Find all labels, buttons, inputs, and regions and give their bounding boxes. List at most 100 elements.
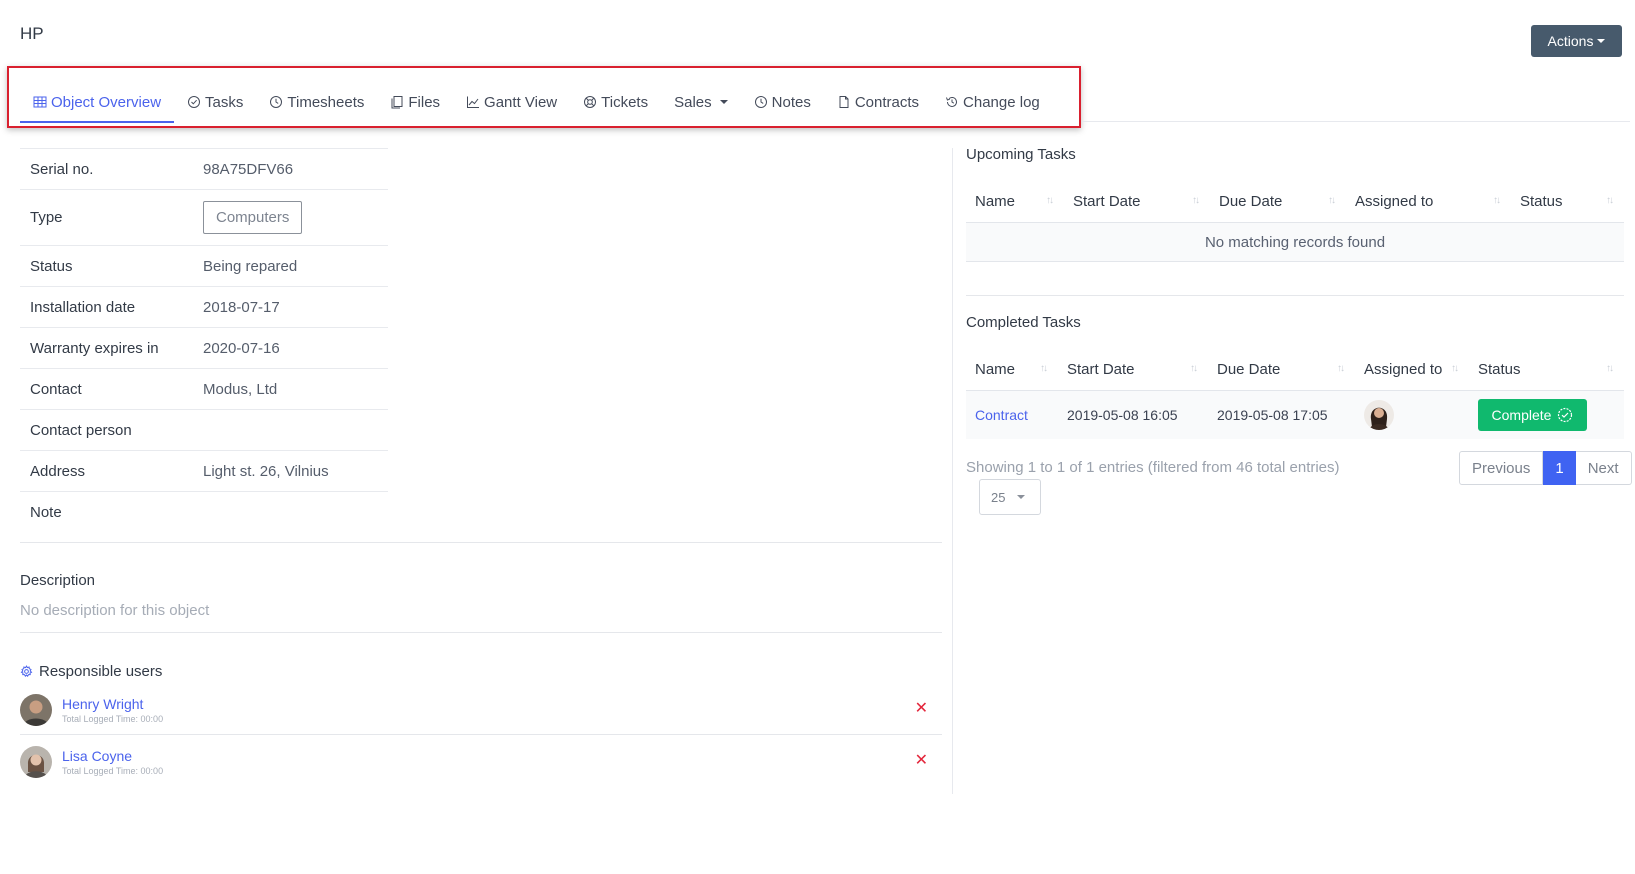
responsible-users-title: Responsible users [20, 663, 162, 680]
task-start-date: 2019-05-08 16:05 [1067, 407, 1178, 423]
description-title: Description [20, 572, 96, 589]
column-header-name[interactable]: Name ↑↓ [966, 349, 1058, 391]
object-info-table: Serial no. 98A75DFV66 Type Computers Sta… [20, 148, 388, 532]
info-key: Type [30, 209, 63, 226]
upcoming-tasks-title: Upcoming Tasks [966, 146, 1076, 163]
user-name-link[interactable]: Lisa Coyne [62, 748, 163, 764]
completed-tasks-title: Completed Tasks [966, 314, 1081, 331]
remove-user-icon[interactable]: ✕ [915, 750, 928, 770]
next-page-button[interactable]: Next [1575, 451, 1632, 485]
caret-down-icon [1597, 39, 1606, 43]
divider [20, 734, 942, 735]
chart-icon [467, 96, 480, 108]
divider [966, 295, 1624, 296]
page-size-value: 25 [991, 489, 1006, 505]
user-logged-time: Total Logged Time: 00:00 [62, 766, 164, 776]
tab-label: Contracts [854, 93, 920, 111]
user-logged-time: Total Logged Time: 00:00 [62, 714, 164, 724]
files-icon [391, 96, 403, 109]
responsible-user-row: Lisa Coyne Total Logged Time: 00:00 ✕ [20, 740, 942, 784]
responsible-users-label: Responsible users [39, 663, 163, 680]
tab-change-log[interactable]: Change log [932, 82, 1053, 122]
info-key: Note [30, 503, 62, 521]
sort-icon: ↑↓ [1337, 362, 1345, 374]
page-title: HP [20, 24, 44, 43]
tab-gantt-view[interactable]: Gantt View [453, 82, 570, 122]
column-header-assigned-to[interactable]: Assigned to ↑↓ [1346, 181, 1511, 223]
column-header-start-date[interactable]: Start Date ↑↓ [1064, 181, 1210, 223]
page-1-button[interactable]: 1 [1543, 451, 1576, 485]
type-badge: Computers [203, 201, 303, 234]
column-header-due-date[interactable]: Due Date ↑↓ [1208, 349, 1355, 391]
history-icon [946, 96, 958, 107]
responsible-user-row: Henry Wright Total Logged Time: 00:00 ✕ [20, 688, 942, 732]
contact-link[interactable]: Modus, Ltd [203, 381, 277, 398]
tab-object-overview[interactable]: Object Overview [20, 82, 175, 123]
tab-label: Object Overview [51, 93, 162, 111]
task-assignee [1355, 400, 1469, 430]
info-value: Being repared [203, 257, 298, 275]
task-name-link[interactable]: Contract [966, 407, 1058, 423]
info-key: Serial no. [30, 160, 94, 178]
tab-sales-dropdown[interactable]: Sales [661, 82, 741, 122]
clock-icon [270, 96, 283, 108]
divider [20, 542, 942, 543]
sort-icon: ↑↓ [1328, 194, 1336, 206]
sort-icon: ↑↓ [1606, 194, 1614, 206]
tab-tickets[interactable]: Tickets [570, 82, 661, 122]
tab-bar: Object Overview Tasks Timesheets Files G… [20, 82, 1053, 123]
info-key: Status [30, 257, 73, 275]
info-row-type: Type Computers [20, 189, 388, 245]
tab-tasks[interactable]: Tasks [174, 82, 256, 122]
tab-label: Tickets [601, 93, 649, 111]
table-header: Name ↑↓ Start Date ↑↓ Due Date ↑↓ Assigned … [966, 349, 1624, 391]
previous-page-button[interactable]: Previous [1459, 451, 1544, 485]
status-label: Complete [1491, 407, 1552, 423]
completed-tasks-table: Name ↑↓ Start Date ↑↓ Due Date ↑↓ Assigned … [966, 349, 1624, 439]
info-row-status: Status Being repared [20, 245, 388, 286]
info-key: Warranty expires in [30, 339, 159, 357]
column-header-status[interactable]: Status ↑↓ [1469, 349, 1624, 391]
description-text: No description for this object [20, 602, 210, 619]
document-icon [839, 96, 849, 108]
info-key: Address [30, 462, 86, 480]
info-row-installation-date: Installation date 2018-07-17 [20, 286, 388, 327]
sort-icon: ↑↓ [1192, 194, 1200, 206]
avatar [20, 746, 52, 778]
actions-button[interactable]: Actions [1531, 25, 1622, 57]
column-header-due-date[interactable]: Due Date ↑↓ [1210, 181, 1346, 223]
info-value: 2020-07-16 [203, 339, 280, 357]
info-value: 2018-07-17 [203, 298, 280, 316]
sort-icon: ↑↓ [1493, 194, 1501, 206]
info-row-contact: Contact Modus, Ltd [20, 368, 388, 409]
pagination: Previous 1 Next [1459, 451, 1632, 485]
column-header-start-date[interactable]: Start Date ↑↓ [1058, 349, 1208, 391]
sort-icon: ↑↓ [1040, 362, 1048, 374]
tab-notes[interactable]: Notes [741, 82, 824, 122]
column-header-assigned-to[interactable]: Assigned to ↑↓ [1355, 349, 1469, 391]
info-row-note: Note [20, 491, 388, 532]
caret-down-icon [719, 100, 728, 104]
divider [20, 632, 942, 633]
tab-label: Timesheets [287, 93, 365, 111]
column-divider [952, 148, 953, 794]
grid-icon [33, 96, 47, 108]
page-size-select[interactable]: 25 [979, 479, 1041, 515]
tab-files[interactable]: Files [377, 82, 453, 122]
info-key: Installation date [30, 298, 136, 316]
tab-label: Tasks [205, 93, 244, 111]
task-due-date: 2019-05-08 17:05 [1217, 407, 1328, 423]
complete-status-button[interactable]: Complete [1478, 399, 1587, 431]
tab-contracts[interactable]: Contracts [824, 82, 932, 122]
tab-timesheets[interactable]: Timesheets [256, 82, 377, 122]
remove-user-icon[interactable]: ✕ [915, 698, 928, 718]
sort-icon: ↑↓ [1190, 362, 1198, 374]
column-header-status[interactable]: Status ↑↓ [1511, 181, 1624, 223]
tab-label: Sales [674, 93, 712, 111]
user-name-link[interactable]: Henry Wright [62, 696, 163, 712]
column-header-name[interactable]: Name ↑↓ [966, 181, 1064, 223]
caret-down-icon [1017, 495, 1026, 499]
info-key: Contact [30, 380, 82, 398]
sort-icon: ↑↓ [1046, 194, 1054, 206]
empty-table-message: No matching records found [966, 223, 1624, 262]
